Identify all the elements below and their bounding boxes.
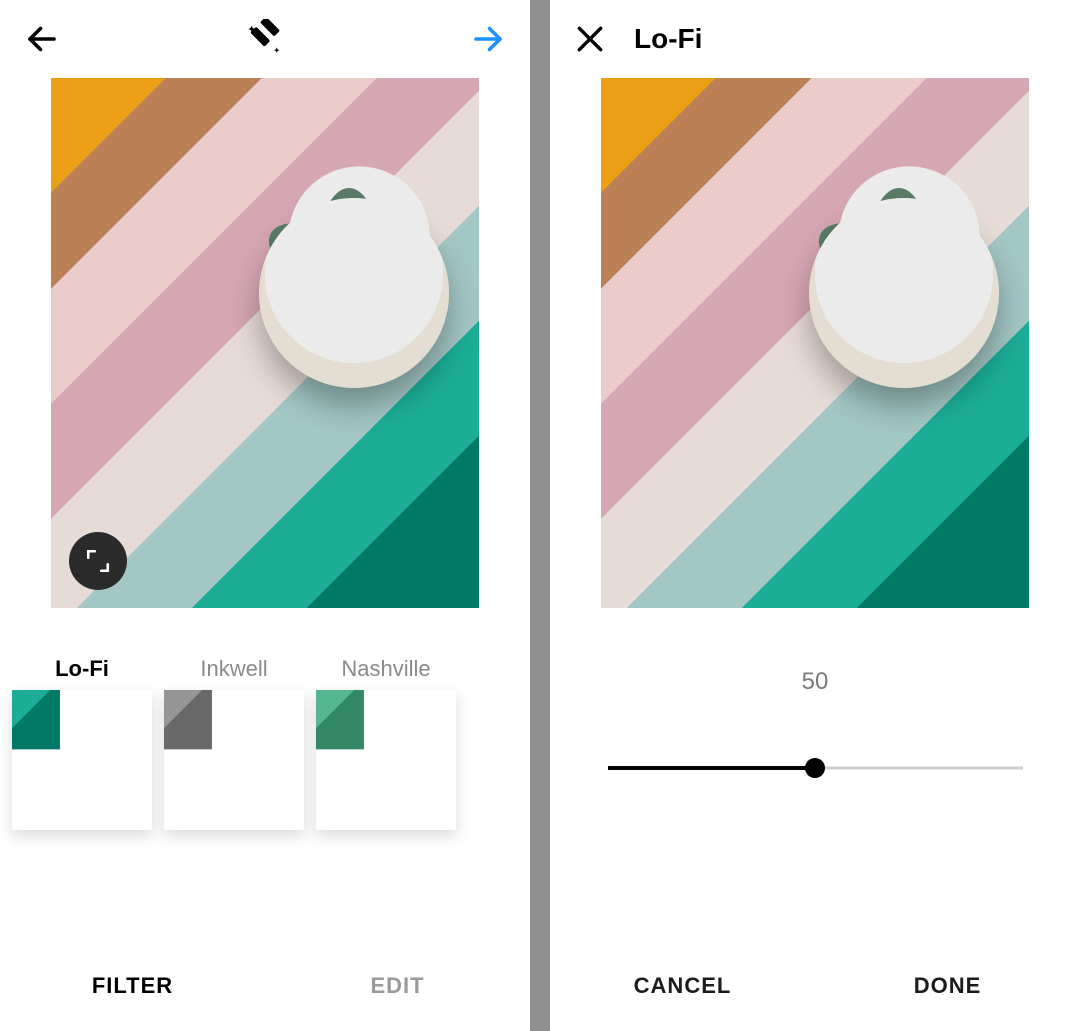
preview-image-right[interactable]	[601, 78, 1029, 608]
tab-edit[interactable]: EDIT	[265, 941, 530, 1031]
screen-filter-picker: wLo-FiInkwellNashville FILTER EDIT	[0, 0, 530, 1031]
slider-fill	[608, 766, 816, 770]
screen-divider	[530, 0, 550, 1031]
done-button[interactable]: DONE	[815, 941, 1080, 1031]
bottom-tabs: FILTER EDIT	[0, 941, 530, 1031]
slider-area: 50	[550, 608, 1080, 941]
bottom-actions: CANCEL DONE	[550, 941, 1080, 1031]
back-arrow-icon[interactable]	[24, 21, 60, 57]
filter-thumbnail	[12, 690, 152, 830]
filter-label: Lo-Fi	[55, 656, 109, 690]
filter-title: Lo-Fi	[634, 23, 702, 55]
filter-item-lofi[interactable]: Lo-Fi	[12, 656, 152, 830]
filter-item-nashville[interactable]: Nashville	[316, 656, 456, 830]
preview-area-left	[0, 78, 530, 608]
magic-wand-icon[interactable]	[245, 19, 285, 59]
filter-strip: wLo-FiInkwellNashville	[0, 608, 530, 941]
strength-slider[interactable]	[608, 756, 1023, 780]
slider-value: 50	[802, 668, 829, 696]
cancel-button[interactable]: CANCEL	[550, 941, 815, 1031]
screen-filter-strength: Lo-Fi 50 CANCEL DONE	[550, 0, 1080, 1031]
slider-thumb[interactable]	[805, 758, 825, 778]
filter-thumbnail	[164, 690, 304, 830]
tab-filter[interactable]: FILTER	[0, 941, 265, 1031]
filter-label: Inkwell	[200, 656, 267, 690]
filter-thumbnail	[316, 690, 456, 830]
preview-area-right	[550, 78, 1080, 608]
filter-item-inkwell[interactable]: Inkwell	[164, 656, 304, 830]
expand-icon[interactable]	[69, 532, 127, 590]
filter-label: Nashville	[341, 656, 430, 690]
topbar-right: Lo-Fi	[550, 0, 1080, 78]
preview-image[interactable]	[51, 78, 479, 608]
topbar-left	[0, 0, 530, 78]
close-icon[interactable]	[574, 23, 606, 55]
next-arrow-icon[interactable]	[470, 21, 506, 57]
